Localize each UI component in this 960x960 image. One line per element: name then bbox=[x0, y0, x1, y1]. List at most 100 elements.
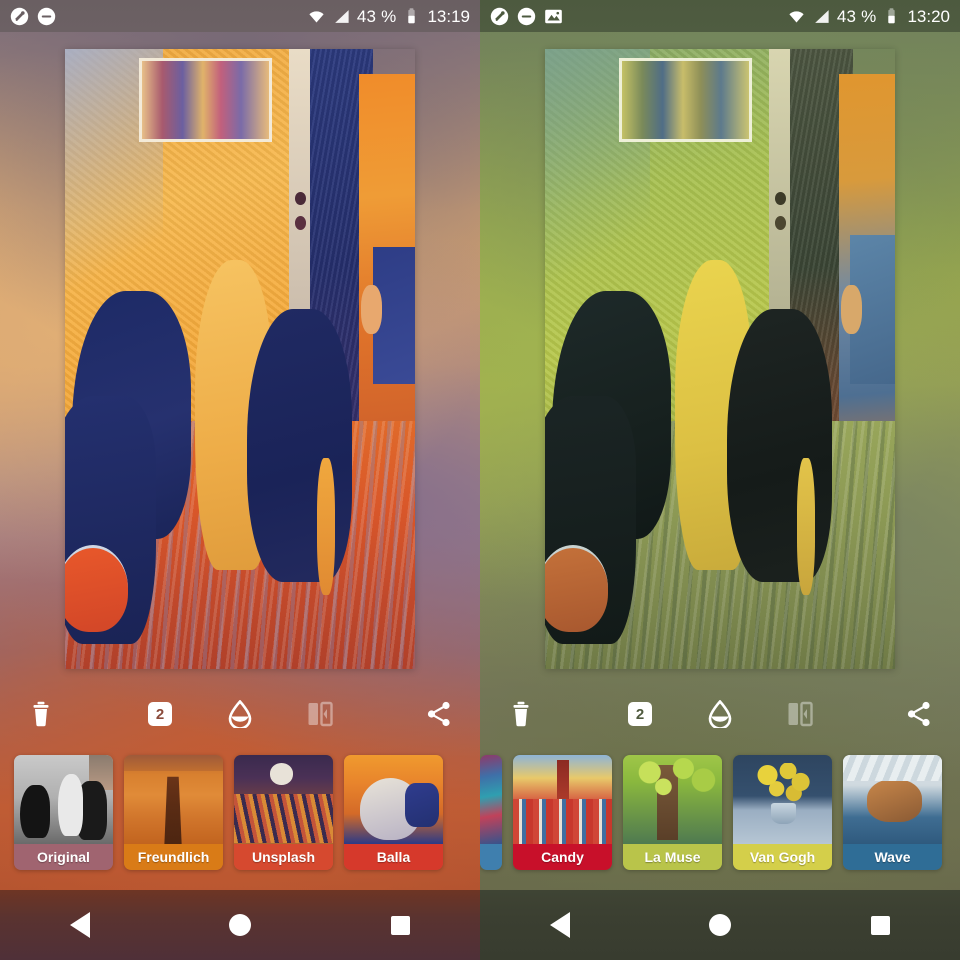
share-icon bbox=[907, 701, 930, 727]
cellular-signal-icon bbox=[335, 9, 349, 23]
filter-label bbox=[480, 843, 502, 870]
filter-filmstrip-right[interactable]: Candy La Muse Van Gogh Wave bbox=[480, 742, 960, 882]
thumbnail-preview bbox=[124, 754, 223, 844]
filter-thumbnail[interactable]: Balla bbox=[344, 754, 443, 870]
nav-recents-button[interactable] bbox=[850, 901, 910, 949]
photo-dog-dark bbox=[247, 309, 352, 583]
thumbnail-detail bbox=[75, 781, 108, 840]
quality-button[interactable]: 2 bbox=[619, 693, 661, 735]
thumbnail-preview bbox=[843, 754, 942, 844]
thumbnail-preview bbox=[480, 754, 502, 844]
photo-picture-frame bbox=[618, 58, 752, 142]
compare-button[interactable] bbox=[299, 693, 341, 735]
image-stage-right bbox=[480, 32, 960, 686]
do-not-disturb-icon bbox=[517, 7, 536, 25]
share-button[interactable] bbox=[418, 693, 460, 735]
photo-elevator-button bbox=[294, 191, 306, 206]
wifi-icon bbox=[789, 10, 804, 22]
app-magic-wand-icon bbox=[10, 7, 29, 25]
recents-square-icon bbox=[870, 915, 890, 935]
water-drop-icon bbox=[228, 700, 252, 728]
wifi-icon bbox=[309, 10, 324, 22]
battery-half-icon bbox=[408, 7, 416, 23]
battery-percent-label: 43 % bbox=[836, 6, 877, 26]
thumbnail-preview bbox=[14, 754, 113, 844]
thumbnail-preview bbox=[733, 754, 832, 844]
photo-person-hand bbox=[360, 284, 382, 335]
clock-label: 13:20 bbox=[907, 6, 950, 26]
filter-filmstrip-left[interactable]: Original Freundlich Unsplash Balla bbox=[0, 742, 480, 882]
toolbar-left: 2 bbox=[0, 686, 480, 742]
filter-thumbnail[interactable]: Unsplash bbox=[234, 754, 333, 870]
thumbnail-preview bbox=[513, 754, 612, 844]
share-button[interactable] bbox=[898, 693, 940, 735]
nav-back-button[interactable] bbox=[50, 901, 110, 949]
photo-elevator-button bbox=[774, 191, 786, 206]
photo-dog-leg bbox=[797, 458, 815, 595]
image-icon bbox=[545, 9, 562, 23]
status-bar-notifications-left bbox=[10, 7, 56, 26]
photo-dog-leg bbox=[317, 458, 335, 595]
status-bar-left: 43 % 13:19 bbox=[0, 0, 480, 32]
filter-thumbnail[interactable]: Van Gogh bbox=[733, 754, 832, 870]
photo-bowl bbox=[65, 545, 128, 632]
styled-photo-right[interactable] bbox=[545, 49, 895, 669]
android-nav-bar-right bbox=[480, 890, 960, 960]
android-nav-bar-left bbox=[0, 890, 480, 960]
thumbnail-preview bbox=[234, 754, 333, 844]
opacity-button[interactable] bbox=[699, 693, 741, 735]
nav-home-button[interactable] bbox=[210, 901, 270, 949]
status-bar-indicators-left: 43 % 13:19 bbox=[307, 7, 470, 26]
filter-thumbnail[interactable]: La Muse bbox=[623, 754, 722, 870]
status-bar-indicators-right: 43 % 13:20 bbox=[787, 7, 950, 26]
image-stage-left bbox=[0, 32, 480, 686]
status-bar-right: 43 % 13:20 bbox=[480, 0, 960, 32]
compare-split-icon bbox=[308, 701, 333, 727]
filter-label: Freundlich bbox=[124, 843, 223, 870]
quality-badge: 2 bbox=[148, 702, 172, 726]
photo-elevator-button bbox=[294, 216, 306, 231]
phone-panel-right: 43 % 13:20 2 Candy La Muse Van Gogh Wave bbox=[480, 0, 960, 960]
trash-icon bbox=[33, 701, 49, 727]
back-triangle-icon bbox=[70, 912, 90, 938]
app-magic-wand-icon bbox=[490, 7, 509, 25]
photo-picture-frame bbox=[138, 58, 272, 142]
delete-button[interactable] bbox=[20, 693, 62, 735]
filter-label: Van Gogh bbox=[733, 843, 832, 870]
photo-person-hand bbox=[840, 284, 862, 335]
trash-icon bbox=[513, 701, 529, 727]
thumbnail-preview bbox=[344, 754, 443, 844]
home-circle-icon bbox=[229, 914, 251, 936]
photo-bowl bbox=[545, 545, 608, 632]
filter-thumbnail[interactable] bbox=[480, 754, 502, 870]
back-triangle-icon bbox=[550, 912, 570, 938]
water-drop-icon bbox=[708, 700, 732, 728]
opacity-button[interactable] bbox=[219, 693, 261, 735]
quality-badge: 2 bbox=[628, 702, 652, 726]
nav-back-button[interactable] bbox=[530, 901, 590, 949]
home-circle-icon bbox=[709, 914, 731, 936]
filter-label: Candy bbox=[513, 843, 612, 870]
filter-thumbnail[interactable]: Candy bbox=[513, 754, 612, 870]
status-bar-notifications-right bbox=[490, 7, 563, 26]
battery-half-icon bbox=[888, 7, 896, 23]
filter-label: Unsplash bbox=[234, 843, 333, 870]
recents-square-icon bbox=[390, 915, 410, 935]
quality-button[interactable]: 2 bbox=[139, 693, 181, 735]
nav-home-button[interactable] bbox=[690, 901, 750, 949]
photo-elevator-button bbox=[774, 216, 786, 231]
clock-label: 13:19 bbox=[427, 6, 470, 26]
battery-percent-label: 43 % bbox=[356, 6, 397, 26]
phone-panel-left: 43 % 13:19 2 Original Freundlich Unsplas… bbox=[0, 0, 480, 960]
styled-photo-left[interactable] bbox=[65, 49, 415, 669]
compare-button[interactable] bbox=[779, 693, 821, 735]
filter-thumbnail[interactable]: Original bbox=[14, 754, 113, 870]
filter-thumbnail[interactable]: Wave bbox=[843, 754, 942, 870]
filter-thumbnail[interactable]: Freundlich bbox=[124, 754, 223, 870]
filter-label: Original bbox=[14, 843, 113, 870]
nav-recents-button[interactable] bbox=[370, 901, 430, 949]
compare-split-icon bbox=[788, 701, 813, 727]
toolbar-right: 2 bbox=[480, 686, 960, 742]
photo-dog-dark bbox=[727, 309, 832, 583]
delete-button[interactable] bbox=[500, 693, 542, 735]
